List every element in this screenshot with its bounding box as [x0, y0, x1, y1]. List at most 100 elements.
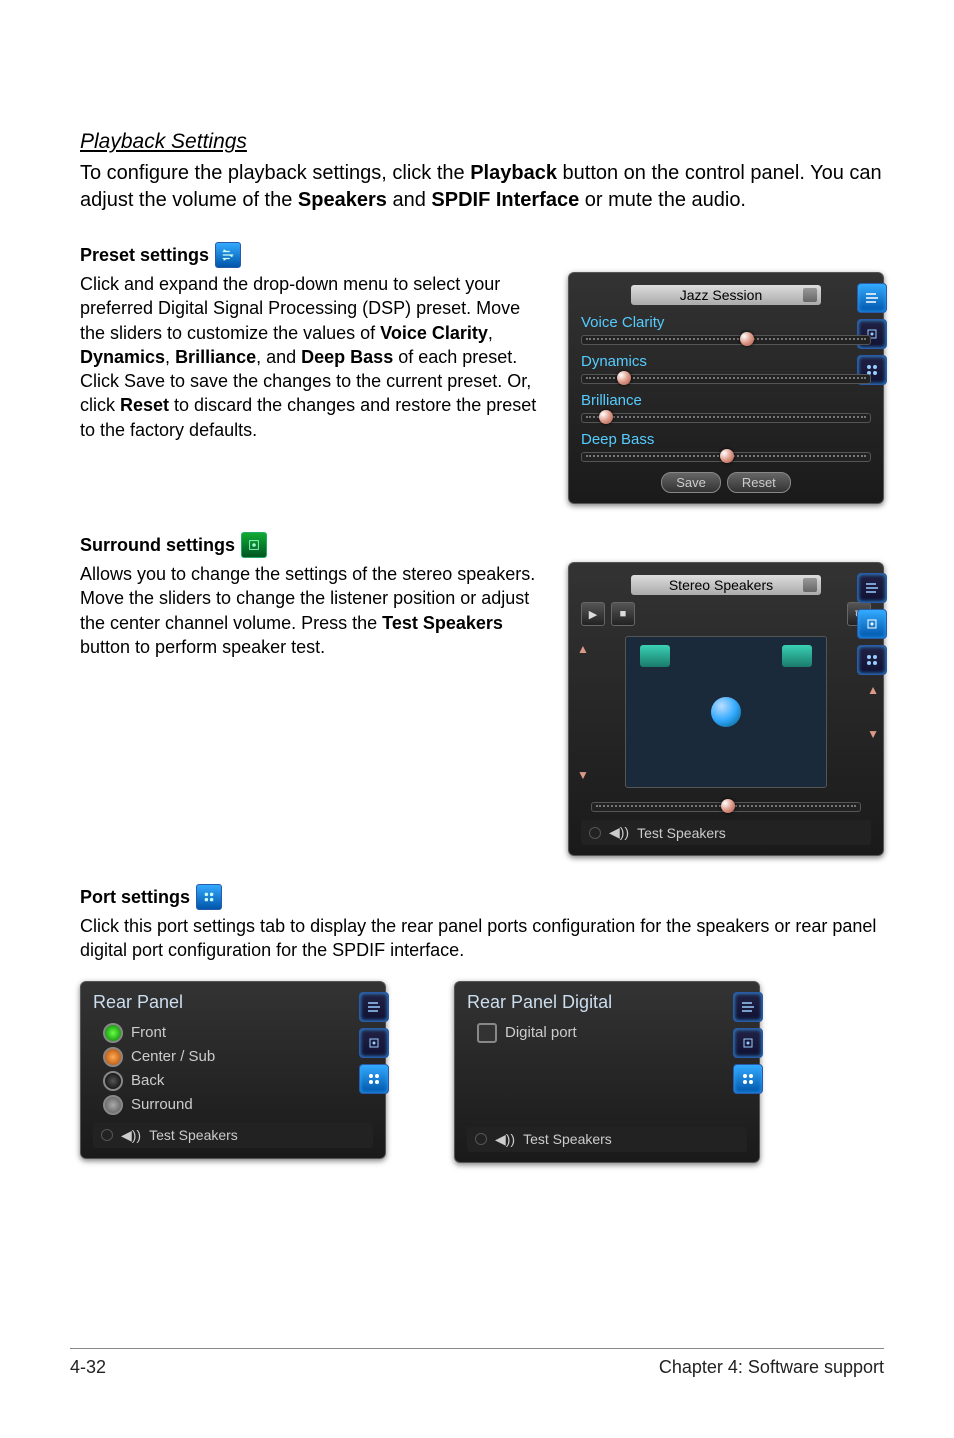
port-center-label: Center / Sub — [131, 1048, 215, 1065]
text: and — [392, 189, 431, 211]
rear-panel-title: Rear Panel — [93, 992, 373, 1013]
playback-settings-heading: Playback Settings — [80, 130, 884, 154]
speaker-sound-icon: ◀)) — [495, 1131, 515, 1148]
listener-icon[interactable] — [711, 697, 741, 727]
playback-intro: To configure the playback settings, clic… — [80, 160, 884, 214]
text: Dynamics — [80, 347, 165, 367]
arrow-up-icon: ▲ — [577, 642, 589, 656]
rear-panel: Rear Panel Front Center / Sub Back Surro… — [80, 981, 386, 1159]
voice-clarity-label: Voice Clarity — [581, 314, 871, 331]
brilliance-slider[interactable] — [581, 413, 871, 423]
text: Deep Bass — [301, 347, 393, 367]
save-button[interactable]: Save — [661, 472, 721, 493]
port-digital-label: Digital port — [505, 1024, 577, 1041]
chapter-label: Chapter 4: Software support — [659, 1357, 884, 1378]
preset-icon — [215, 242, 241, 268]
speaker-config-label: Stereo Speakers — [669, 577, 773, 593]
port-description: Click this port settings tab to display … — [80, 914, 884, 963]
port-front-label: Front — [131, 1024, 166, 1041]
speaker-sound-icon: ◀)) — [121, 1127, 141, 1144]
port-settings-heading: Port settings — [80, 884, 884, 910]
listener-grid[interactable] — [625, 636, 827, 788]
text: Brilliance — [175, 347, 256, 367]
preset-panel: Jazz Session ▲▼ Voice Clarity Dynamics B… — [568, 272, 884, 504]
text: , — [165, 347, 175, 367]
stop-button[interactable]: ■ — [611, 602, 635, 626]
preset-dropdown[interactable]: Jazz Session ▲▼ — [631, 285, 821, 305]
port-front: Front — [103, 1023, 373, 1043]
port-center: Center / Sub — [103, 1047, 373, 1067]
preset-tab-icon[interactable] — [857, 283, 887, 313]
arrow-down-icon: ▼ — [867, 727, 879, 741]
status-led-icon — [475, 1133, 487, 1145]
speaker-sound-icon: ◀)) — [609, 824, 629, 841]
jack-grey-icon — [103, 1095, 123, 1115]
chevron-updown-icon: ▲▼ — [805, 578, 814, 592]
voice-clarity-slider[interactable] — [581, 335, 871, 345]
port-surround-label: Surround — [131, 1096, 193, 1113]
text: Test Speakers — [382, 613, 503, 633]
text: Voice Clarity — [380, 323, 488, 343]
test-speakers-label: Test Speakers — [149, 1127, 238, 1143]
port-title: Port settings — [80, 887, 190, 908]
text: , and — [256, 347, 301, 367]
preset-tab-icon[interactable] — [733, 992, 763, 1022]
jack-orange-icon — [103, 1047, 123, 1067]
port-digital: Digital port — [477, 1023, 747, 1043]
port-back: Back — [103, 1071, 373, 1091]
rear-panel-digital-title: Rear Panel Digital — [467, 992, 747, 1013]
port-back-label: Back — [131, 1072, 164, 1089]
surround-title: Surround settings — [80, 535, 235, 556]
text: or mute the audio. — [585, 189, 746, 211]
jack-black-icon — [103, 1071, 123, 1091]
status-led-icon — [589, 827, 601, 839]
test-speakers-label: Test Speakers — [637, 825, 726, 841]
test-speakers-button[interactable]: ◀)) Test Speakers — [467, 1127, 747, 1152]
page-number: 4-32 — [70, 1357, 106, 1378]
text: button to perform speaker test. — [80, 637, 325, 657]
chevron-updown-icon: ▲▼ — [805, 288, 814, 302]
deep-bass-label: Deep Bass — [581, 431, 871, 448]
test-speakers-button[interactable]: ◀)) Test Speakers — [581, 820, 871, 845]
surround-description: Allows you to change the settings of the… — [80, 562, 538, 659]
preset-tab-icon[interactable] — [857, 573, 887, 603]
center-volume-slider[interactable] — [591, 802, 861, 812]
port-tab-icon[interactable] — [359, 1064, 389, 1094]
dynamics-label: Dynamics — [581, 353, 871, 370]
dynamics-slider[interactable] — [581, 374, 871, 384]
surround-tab-icon[interactable] — [733, 1028, 763, 1058]
speaker-config-dropdown[interactable]: Stereo Speakers ▲▼ — [631, 575, 821, 595]
arrow-up-icon: ▲ — [867, 683, 879, 697]
surround-settings-heading: Surround settings — [80, 532, 884, 558]
text: To configure the playback settings, clic… — [80, 162, 470, 184]
port-icon — [196, 884, 222, 910]
text: Playback — [470, 162, 557, 184]
jack-digital-icon — [477, 1023, 497, 1043]
surround-icon — [241, 532, 267, 558]
surround-panel: Stereo Speakers ▲▼ ▶ ■ ↻ ▲ ▼ ▲▼ — [568, 562, 884, 856]
page-footer: 4-32 Chapter 4: Software support — [70, 1348, 884, 1378]
preset-dropdown-label: Jazz Session — [680, 287, 762, 303]
preset-settings-heading: Preset settings — [80, 242, 884, 268]
text: Speakers — [298, 189, 387, 211]
speaker-left-icon — [640, 645, 670, 667]
speaker-right-icon — [782, 645, 812, 667]
status-led-icon — [101, 1129, 113, 1141]
play-button[interactable]: ▶ — [581, 602, 605, 626]
jack-green-icon — [103, 1023, 123, 1043]
rear-panel-digital: Rear Panel Digital Digital port ◀)) Test… — [454, 981, 760, 1163]
brilliance-label: Brilliance — [581, 392, 871, 409]
text: , — [488, 323, 493, 343]
test-speakers-label: Test Speakers — [523, 1131, 612, 1147]
surround-tab-icon[interactable] — [359, 1028, 389, 1058]
text: Reset — [120, 395, 169, 415]
port-surround: Surround — [103, 1095, 373, 1115]
preset-description: Click and expand the drop-down menu to s… — [80, 272, 538, 442]
port-tab-icon[interactable] — [733, 1064, 763, 1094]
arrow-down-icon: ▼ — [577, 768, 589, 782]
text: SPDIF Interface — [431, 189, 579, 211]
test-speakers-button[interactable]: ◀)) Test Speakers — [93, 1123, 373, 1148]
reset-button[interactable]: Reset — [727, 472, 791, 493]
preset-tab-icon[interactable] — [359, 992, 389, 1022]
deep-bass-slider[interactable] — [581, 452, 871, 462]
